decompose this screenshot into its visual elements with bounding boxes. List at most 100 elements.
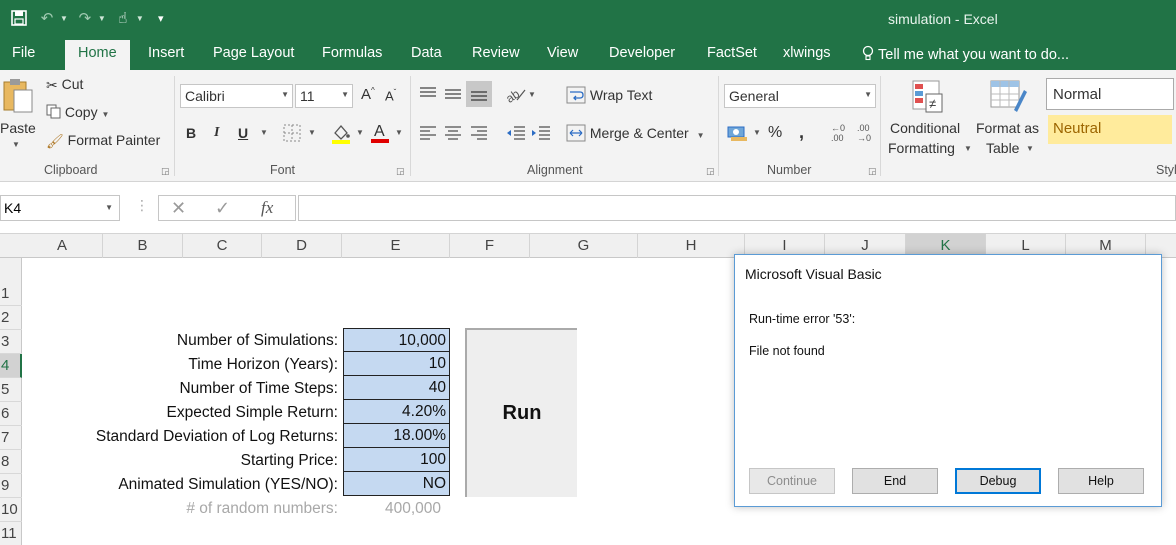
label-number-of-time-steps[interactable]: Number of Time Steps: [179, 377, 338, 401]
bold-button[interactable]: B [186, 125, 196, 141]
increase-indent-icon[interactable] [530, 124, 552, 145]
merge-dropdown-icon[interactable]: ▼ [697, 131, 705, 140]
row-header-10[interactable]: 10 [0, 498, 22, 522]
row-header-7[interactable]: 7 [0, 426, 22, 450]
enter-icon[interactable]: ✓ [215, 198, 230, 219]
wrap-text-button[interactable]: Wrap Text [566, 86, 652, 107]
column-header-e[interactable]: E [342, 234, 450, 258]
redo-dropdown-icon[interactable]: ▼ [98, 14, 106, 23]
tab-home[interactable]: Home [65, 40, 130, 70]
row-header-8[interactable]: 8 [0, 450, 22, 474]
accounting-dropdown-icon[interactable]: ▼ [753, 128, 761, 137]
end-button[interactable]: End [852, 468, 938, 494]
tab-xlwings[interactable]: xlwings [783, 45, 831, 61]
row-header-4[interactable]: 4 [0, 354, 22, 378]
borders-dropdown-icon[interactable]: ▼ [308, 128, 316, 137]
label-std-dev-log-returns[interactable]: Standard Deviation of Log Returns: [96, 425, 338, 449]
format-as-table-button[interactable]: Format as Table ▼ [974, 78, 1044, 162]
align-right-icon[interactable] [469, 124, 489, 145]
tab-developer[interactable]: Developer [609, 45, 675, 61]
value-random-numbers[interactable]: 400,000 [343, 497, 441, 521]
align-middle-icon[interactable] [443, 84, 463, 107]
italic-button[interactable]: I [214, 125, 219, 141]
tab-insert[interactable]: Insert [148, 45, 184, 61]
label-random-numbers[interactable]: # of random numbers: [186, 497, 338, 521]
row-header-1[interactable]: 1 [0, 282, 22, 306]
percent-style-button[interactable]: % [768, 124, 782, 142]
copy-dropdown-icon[interactable]: ▼ [101, 110, 109, 119]
style-normal[interactable]: Normal [1046, 78, 1174, 110]
tab-factset[interactable]: FactSet [707, 45, 757, 61]
column-header-b[interactable]: B [103, 234, 183, 258]
align-center-icon[interactable] [443, 124, 463, 145]
orientation-dropdown-icon[interactable]: ▼ [528, 90, 536, 99]
column-header-a[interactable]: A [22, 234, 103, 258]
decrease-decimal-icon[interactable]: .00 →0 [855, 122, 875, 147]
undo-dropdown-icon[interactable]: ▼ [60, 14, 68, 23]
font-size-select[interactable]: 11 ▼ [295, 84, 353, 108]
tab-formulas[interactable]: Formulas [322, 45, 382, 61]
row-header-2[interactable]: 2 [0, 306, 22, 330]
column-header-c[interactable]: C [183, 234, 262, 258]
paste-button[interactable]: Paste ▼ [0, 78, 40, 158]
input-std-dev-log-returns[interactable]: 18.00% [343, 424, 450, 448]
decrease-font-icon[interactable]: Aˇ [385, 88, 396, 103]
comma-style-button[interactable]: , [799, 122, 804, 143]
align-bottom-icon[interactable] [466, 81, 492, 107]
merge-center-button[interactable]: Merge & Center ▼ [566, 124, 705, 145]
row-header-9[interactable]: 9 [0, 474, 22, 498]
insert-function-icon[interactable]: fx [261, 198, 273, 218]
customize-toolbar-icon[interactable]: ▾ [150, 7, 172, 29]
name-box[interactable]: K4 ▼ [0, 195, 120, 221]
redo-icon[interactable]: ↷ [74, 7, 96, 29]
cut-button[interactable]: ✂ Cut [46, 76, 83, 94]
row-header-6[interactable]: 6 [0, 402, 22, 426]
column-header-d[interactable]: D [262, 234, 342, 258]
label-time-horizon[interactable]: Time Horizon (Years): [188, 353, 338, 377]
tab-page-layout[interactable]: Page Layout [213, 45, 294, 61]
fill-color-icon[interactable] [330, 122, 352, 147]
align-top-icon[interactable] [418, 84, 438, 107]
column-header-h[interactable]: H [638, 234, 745, 258]
format-table-dropdown-icon[interactable]: ▼ [1026, 144, 1034, 153]
align-left-icon[interactable] [418, 124, 438, 145]
decrease-indent-icon[interactable] [505, 124, 527, 145]
label-number-of-simulations[interactable]: Number of Simulations: [177, 329, 338, 353]
cancel-icon[interactable]: ✕ [171, 198, 186, 219]
orientation-icon[interactable]: ab [503, 84, 527, 107]
font-launcher-icon[interactable]: ◲ [396, 166, 405, 177]
row-header-5[interactable]: 5 [0, 378, 22, 402]
label-animated-simulation[interactable]: Animated Simulation (YES/NO): [118, 473, 338, 497]
underline-dropdown-icon[interactable]: ▼ [260, 128, 268, 137]
fill-color-dropdown-icon[interactable]: ▼ [356, 128, 364, 137]
input-number-of-simulations[interactable]: 10,000 [343, 328, 450, 352]
save-icon[interactable] [8, 7, 30, 29]
run-button[interactable]: Run [465, 328, 577, 497]
format-painter-button[interactable]: 🖌 Format Painter [46, 132, 160, 150]
borders-icon[interactable] [283, 124, 301, 145]
touch-mode-icon[interactable]: ☝ [112, 7, 134, 29]
accounting-format-icon[interactable] [727, 124, 749, 145]
font-name-select[interactable]: Calibri ▼ [180, 84, 293, 108]
help-button[interactable]: Help [1058, 468, 1144, 494]
row-header-11[interactable]: 11 [0, 522, 22, 545]
input-starting-price[interactable]: 100 [343, 448, 450, 472]
label-starting-price[interactable]: Starting Price: [241, 449, 338, 473]
tab-file[interactable]: File [12, 45, 35, 61]
row-header-3[interactable]: 3 [0, 330, 22, 354]
debug-button[interactable]: Debug [955, 468, 1041, 494]
formula-input[interactable] [298, 195, 1176, 221]
label-expected-simple-return[interactable]: Expected Simple Return: [167, 401, 338, 425]
column-header-g[interactable]: G [530, 234, 638, 258]
input-animated-simulation[interactable]: NO [343, 472, 450, 496]
conditional-formatting-button[interactable]: ≠ Conditional Formatting ▼ [886, 78, 972, 162]
continue-button[interactable]: Continue [749, 468, 835, 494]
tab-data[interactable]: Data [411, 45, 442, 61]
tab-review[interactable]: Review [472, 45, 520, 61]
column-header-f[interactable]: F [450, 234, 530, 258]
touch-dropdown-icon[interactable]: ▼ [136, 14, 144, 23]
font-color-dropdown-icon[interactable]: ▼ [395, 128, 403, 137]
input-time-horizon[interactable]: 10 [343, 352, 450, 376]
increase-decimal-icon[interactable]: ←0.00 [829, 122, 849, 147]
formula-bar-grip-icon[interactable]: ⋮ [135, 197, 149, 214]
